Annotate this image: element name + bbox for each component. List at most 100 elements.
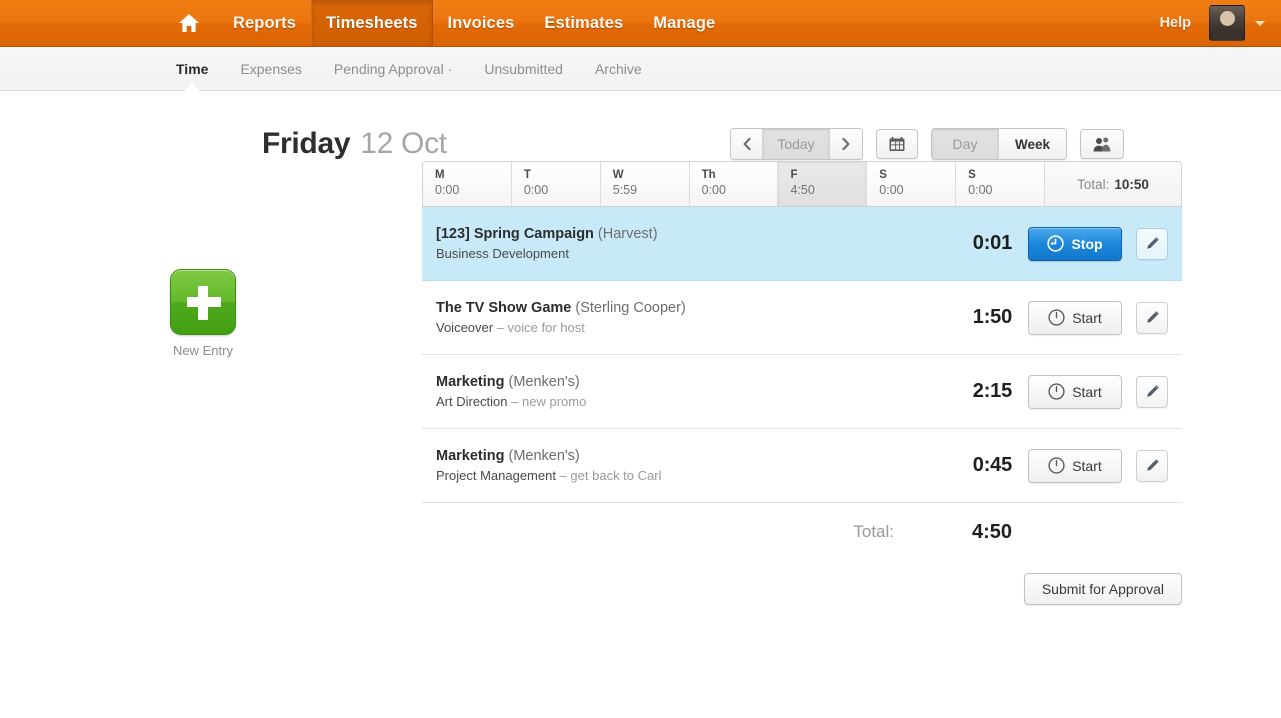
nav-item-label: Reports [233, 13, 297, 32]
entry-task-line: Voiceover – voice for host [436, 318, 936, 338]
week-total-value: 10:50 [1114, 176, 1149, 192]
week-day-monday[interactable]: M 0:00 [423, 162, 512, 206]
entry-notes: – new promo [511, 393, 587, 409]
entry-info: [123] Spring Campaign (Harvest) Business … [436, 224, 936, 264]
week-day-name: S [879, 169, 887, 181]
entry-hours: 0:01 [972, 232, 1012, 254]
nav-item-label: Timesheets [326, 13, 418, 32]
tab-unsubmitted[interactable]: Unsubmitted [468, 61, 579, 77]
table-row[interactable]: Marketing (Menken's) Project Management –… [422, 429, 1182, 503]
table-row[interactable]: The TV Show Game (Sterling Cooper) Voiceo… [422, 281, 1182, 355]
entry-client: (Menken's) [508, 447, 580, 464]
timer-start-icon [1048, 309, 1065, 326]
week-day-name: F [790, 169, 798, 181]
week-day-sunday[interactable]: S 0:00 [956, 162, 1046, 206]
new-entry-label: New Entry [173, 343, 233, 358]
start-timer-button[interactable]: Start [1028, 374, 1122, 409]
tab-label: Unsubmitted [484, 60, 563, 77]
entry-client: (Sterling Cooper) [575, 299, 686, 316]
entry-hours: 1:50 [972, 306, 1012, 328]
today-label: Today [777, 136, 815, 152]
entry-client: (Harvest) [597, 225, 658, 242]
edit-entry-button[interactable] [1136, 449, 1168, 482]
pencil-icon [1146, 385, 1159, 397]
page-title-date: 12 Oct [360, 127, 447, 160]
week-day-hours: 4:50 [790, 183, 815, 197]
start-timer-button[interactable]: Start [1028, 448, 1122, 483]
start-timer-label: Start [1072, 383, 1102, 400]
entry-task: Art Direction [436, 393, 508, 409]
nav-item-invoices[interactable]: Invoices [433, 0, 530, 46]
timer-stop-icon [1047, 235, 1065, 252]
entry-hours: 0:45 [972, 454, 1012, 476]
entry-title-line: [123] Spring Campaign (Harvest) [436, 224, 936, 244]
nav-item-home[interactable] [160, 0, 218, 46]
team-view-button[interactable] [1080, 129, 1124, 159]
day-total-value: 4:50 [971, 520, 1012, 543]
tab-archive[interactable]: Archive [579, 61, 658, 77]
previous-day-button[interactable] [731, 129, 763, 159]
entry-task-line: Business Development [436, 244, 936, 264]
primary-nav: Reports Timesheets Invoices Estimates Ma… [160, 0, 730, 46]
view-day-label: Day [952, 136, 978, 152]
edit-entry-button[interactable] [1136, 375, 1168, 408]
page-title-day: Friday [262, 127, 351, 160]
view-day-button[interactable]: Day [932, 129, 999, 159]
week-day-friday[interactable]: F 4:50 [778, 162, 868, 206]
pencil-icon [1146, 237, 1159, 249]
day-total-label: Total: [853, 522, 894, 541]
table-row[interactable]: [123] Spring Campaign (Harvest) Business … [422, 207, 1182, 281]
week-day-name: M [435, 169, 445, 181]
week-day-name: S [968, 169, 976, 181]
week-day-saturday[interactable]: S 0:00 [867, 162, 957, 206]
entry-project: The TV Show Game [436, 299, 572, 316]
week-day-name: Th [701, 169, 716, 181]
week-day-hours: 0:00 [435, 183, 460, 197]
tab-label: Expenses [240, 60, 302, 77]
week-summary-strip: M 0:00 T 0:00 W 5:59 Th 0:00 F 4:50 S 0:… [422, 161, 1182, 207]
nav-right-cluster: Help [1160, 0, 1281, 46]
people-icon [1093, 137, 1111, 151]
nav-item-label: Manage [653, 13, 716, 32]
week-day-thursday[interactable]: Th 0:00 [689, 162, 779, 206]
tab-expenses[interactable]: Expenses [224, 61, 317, 77]
stop-timer-label: Stop [1071, 235, 1103, 252]
calendar-icon [889, 136, 905, 151]
page-header: Friday 12 Oct Today Day Week [262, 91, 1124, 161]
entry-info: Marketing (Menken's) Project Management –… [436, 446, 936, 486]
nav-item-reports[interactable]: Reports [218, 0, 311, 46]
nav-item-timesheets[interactable]: Timesheets [311, 0, 433, 46]
table-row[interactable]: Marketing (Menken's) Art Direction – new … [422, 355, 1182, 429]
help-link[interactable]: Help [1160, 15, 1199, 31]
week-day-hours: 0:00 [523, 183, 549, 197]
view-week-button[interactable]: Week [999, 129, 1066, 159]
start-timer-button[interactable]: Start [1028, 300, 1122, 335]
week-day-wednesday[interactable]: W 5:59 [600, 162, 690, 206]
calendar-picker-button[interactable] [876, 129, 918, 159]
home-icon [178, 13, 200, 33]
tab-pending-approval[interactable]: Pending Approval · [318, 61, 468, 77]
new-entry-button[interactable] [170, 269, 236, 335]
tab-time[interactable]: Time [160, 60, 224, 91]
today-button[interactable]: Today [763, 129, 830, 159]
submit-for-approval-button[interactable]: Submit for Approval [1023, 573, 1182, 605]
edit-entry-button[interactable] [1136, 227, 1168, 260]
view-week-label: Week [1014, 136, 1051, 152]
main-content: Friday 12 Oct Today Day Week New Entry M… [0, 91, 1281, 605]
next-day-button[interactable] [830, 129, 862, 159]
week-day-tuesday[interactable]: T 0:00 [511, 162, 601, 206]
nav-item-estimates[interactable]: Estimates [529, 0, 638, 46]
nav-item-manage[interactable]: Manage [638, 0, 730, 46]
week-day-hours: 0:00 [879, 183, 904, 197]
stop-timer-button[interactable]: Stop [1028, 226, 1122, 261]
submit-for-approval-label: Submit for Approval [1041, 581, 1164, 597]
week-day-hours: 5:59 [612, 183, 638, 197]
chevron-down-icon[interactable] [1255, 20, 1265, 26]
week-total-label: Total: [1077, 176, 1110, 192]
entry-hours: 2:15 [972, 380, 1012, 402]
view-mode-group: Day Week [931, 128, 1067, 160]
edit-entry-button[interactable] [1136, 301, 1168, 334]
tab-label: Time [176, 60, 209, 77]
avatar[interactable] [1209, 5, 1245, 41]
entry-project: [123] Spring Campaign [436, 225, 594, 242]
